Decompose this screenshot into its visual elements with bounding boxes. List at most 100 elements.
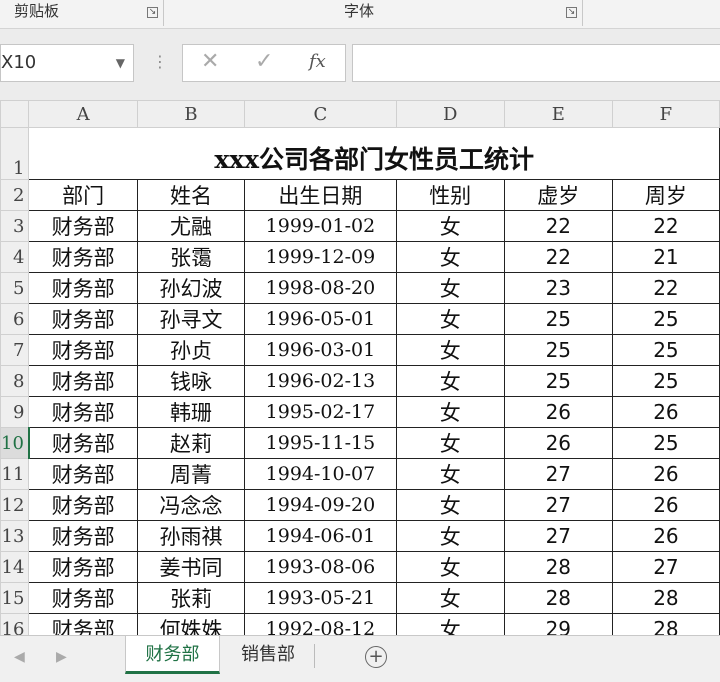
row-header[interactable]: 5 <box>0 272 30 304</box>
chevron-down-icon[interactable]: ▼ <box>116 45 125 81</box>
table-cell[interactable]: 韩珊 <box>136 396 246 428</box>
table-cell[interactable]: 姜书同 <box>136 551 246 583</box>
header-cell[interactable]: 姓名 <box>136 179 246 211</box>
table-cell[interactable]: 1996-02-13 <box>244 365 397 397</box>
table-cell[interactable]: 女 <box>395 272 505 304</box>
table-cell[interactable]: 孙寻文 <box>136 303 246 335</box>
table-cell[interactable]: 22 <box>503 210 613 242</box>
table-cell[interactable]: 1993-08-06 <box>244 551 397 583</box>
table-cell[interactable]: 1999-12-09 <box>244 241 397 273</box>
table-cell[interactable]: 女 <box>395 458 505 490</box>
table-cell[interactable]: 25 <box>503 334 613 366</box>
table-cell[interactable]: 26 <box>611 458 720 490</box>
column-header[interactable]: F <box>611 100 720 128</box>
table-cell[interactable]: 财务部 <box>28 210 138 242</box>
table-cell[interactable]: 26 <box>503 396 613 428</box>
table-cell[interactable]: 女 <box>395 396 505 428</box>
row-header[interactable]: 12 <box>0 489 30 521</box>
table-cell[interactable]: 1994-06-01 <box>244 520 397 552</box>
table-cell[interactable]: 孙雨祺 <box>136 520 246 552</box>
table-cell[interactable]: 25 <box>503 303 613 335</box>
row-header[interactable]: 7 <box>0 334 30 366</box>
cancel-icon[interactable]: ✕ <box>201 49 219 74</box>
row-header[interactable]: 15 <box>0 582 30 614</box>
table-cell[interactable]: 22 <box>503 241 613 273</box>
row-header[interactable]: 6 <box>0 303 30 335</box>
table-cell[interactable]: 财务部 <box>28 241 138 273</box>
table-cell[interactable]: 钱咏 <box>136 365 246 397</box>
more-dots-icon[interactable]: ⋮ <box>152 52 168 71</box>
table-cell[interactable]: 赵莉 <box>136 427 246 459</box>
row-header[interactable]: 8 <box>0 365 30 397</box>
sheet-title[interactable]: xxx公司各部门女性员工统计 <box>28 127 720 180</box>
table-cell[interactable]: 女 <box>395 365 505 397</box>
table-cell[interactable]: 女 <box>395 489 505 521</box>
row-header[interactable]: 11 <box>0 458 30 490</box>
column-header[interactable]: D <box>395 100 505 128</box>
header-cell[interactable]: 部门 <box>28 179 138 211</box>
row-header[interactable]: 3 <box>0 210 30 242</box>
table-cell[interactable]: 27 <box>503 489 613 521</box>
tab-finance[interactable]: 财务部 <box>125 636 220 674</box>
function-icon[interactable]: fx <box>309 51 326 72</box>
table-cell[interactable]: 女 <box>395 520 505 552</box>
table-cell[interactable]: 财务部 <box>28 489 138 521</box>
table-cell[interactable]: 26 <box>611 520 720 552</box>
table-cell[interactable]: 女 <box>395 551 505 583</box>
check-icon[interactable]: ✓ <box>255 49 273 74</box>
header-cell[interactable]: 周岁 <box>611 179 720 211</box>
table-cell[interactable]: 1999-01-02 <box>244 210 397 242</box>
table-cell[interactable]: 1998-08-20 <box>244 272 397 304</box>
table-cell[interactable]: 21 <box>611 241 720 273</box>
column-header[interactable]: C <box>244 100 397 128</box>
table-cell[interactable]: 22 <box>611 272 720 304</box>
table-cell[interactable]: 女 <box>395 210 505 242</box>
table-cell[interactable]: 25 <box>611 427 720 459</box>
table-cell[interactable]: 财务部 <box>28 582 138 614</box>
table-cell[interactable]: 26 <box>611 396 720 428</box>
header-cell[interactable]: 虚岁 <box>503 179 613 211</box>
table-cell[interactable]: 张霭 <box>136 241 246 273</box>
font-launcher-icon[interactable]: ↘ <box>566 7 577 18</box>
table-cell[interactable]: 25 <box>503 365 613 397</box>
table-cell[interactable]: 1994-10-07 <box>244 458 397 490</box>
table-cell[interactable]: 财务部 <box>28 551 138 583</box>
row-header[interactable]: 2 <box>0 179 30 211</box>
tab-sales[interactable]: 销售部 <box>226 636 310 674</box>
table-cell[interactable]: 28 <box>611 582 720 614</box>
table-cell[interactable]: 女 <box>395 334 505 366</box>
table-cell[interactable]: 23 <box>503 272 613 304</box>
table-cell[interactable]: 25 <box>611 303 720 335</box>
header-cell[interactable]: 出生日期 <box>244 179 397 211</box>
table-cell[interactable]: 26 <box>503 427 613 459</box>
table-cell[interactable]: 28 <box>503 582 613 614</box>
table-cell[interactable]: 1995-11-15 <box>244 427 397 459</box>
column-header[interactable]: A <box>28 100 138 128</box>
select-all-corner[interactable] <box>0 100 30 128</box>
table-cell[interactable]: 27 <box>503 458 613 490</box>
table-cell[interactable]: 1993-05-21 <box>244 582 397 614</box>
table-cell[interactable]: 女 <box>395 427 505 459</box>
row-header[interactable]: 10 <box>0 427 30 459</box>
formula-input[interactable] <box>352 44 720 82</box>
header-cell[interactable]: 性别 <box>395 179 505 211</box>
table-cell[interactable]: 尤融 <box>136 210 246 242</box>
table-cell[interactable]: 27 <box>611 551 720 583</box>
row-header[interactable]: 9 <box>0 396 30 428</box>
table-cell[interactable]: 22 <box>611 210 720 242</box>
name-box[interactable]: X10 ▼ <box>0 44 134 82</box>
add-sheet-icon[interactable]: + <box>365 646 387 668</box>
column-header[interactable]: E <box>503 100 613 128</box>
table-cell[interactable]: 财务部 <box>28 520 138 552</box>
table-cell[interactable]: 孙贞 <box>136 334 246 366</box>
table-cell[interactable]: 1996-03-01 <box>244 334 397 366</box>
table-cell[interactable]: 1995-02-17 <box>244 396 397 428</box>
table-cell[interactable]: 财务部 <box>28 272 138 304</box>
row-header[interactable]: 13 <box>0 520 30 552</box>
table-cell[interactable]: 28 <box>503 551 613 583</box>
table-cell[interactable]: 财务部 <box>28 365 138 397</box>
table-cell[interactable]: 女 <box>395 241 505 273</box>
row-header[interactable]: 1 <box>0 127 30 180</box>
table-cell[interactable]: 财务部 <box>28 334 138 366</box>
table-cell[interactable]: 冯念念 <box>136 489 246 521</box>
